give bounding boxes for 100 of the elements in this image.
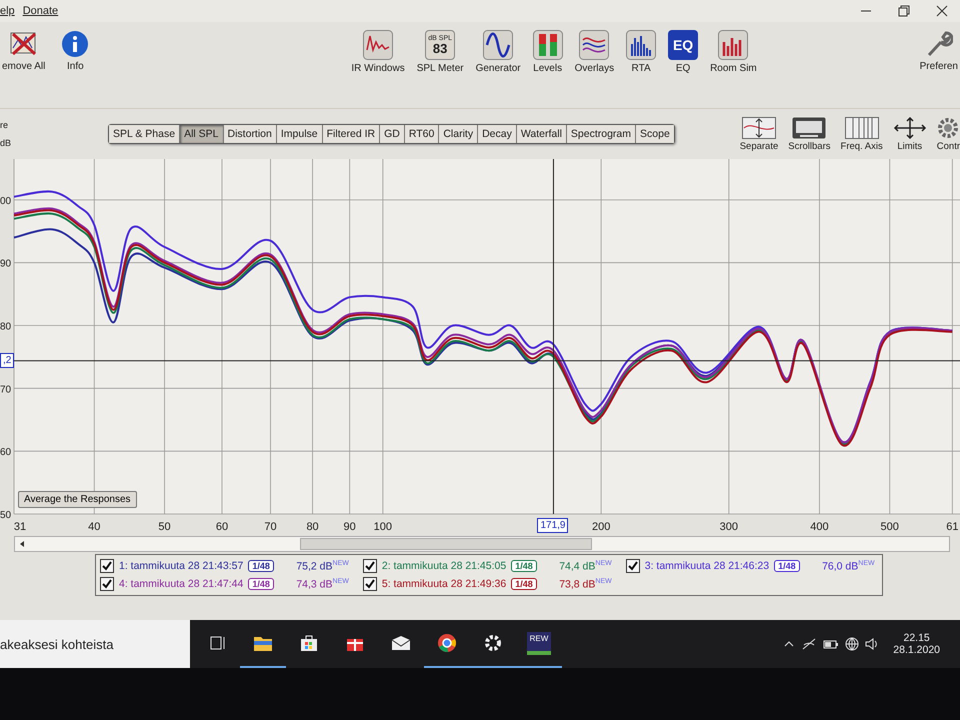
y-tick-label: 90 <box>0 258 12 270</box>
x-tick-label: 60 <box>216 521 228 533</box>
smoothing-badge[interactable]: 1/48 <box>774 560 800 572</box>
battery-icon <box>823 638 840 650</box>
separate-icon <box>742 116 776 138</box>
arrows-icon <box>892 116 927 138</box>
x-tick-label: 500 <box>880 521 899 533</box>
graph-tab[interactable]: All SPL <box>180 125 224 143</box>
x-tick-label: 70 <box>264 521 277 533</box>
graph-tab[interactable]: Clarity <box>439 125 478 143</box>
toolbar-button[interactable]: EQ EQ <box>666 30 700 74</box>
monitor-icon <box>792 116 826 138</box>
graph-tab[interactable]: Spectrogram <box>566 125 636 143</box>
network-icon <box>801 637 818 651</box>
graph-tab[interactable]: RT60 <box>404 125 440 143</box>
level-reading: 75,2 dB$^{NEW}$ <box>295 560 349 572</box>
x-tick-label: 100 <box>374 521 392 533</box>
clock-time: 22.15 <box>904 632 930 644</box>
shopping-bag-icon <box>299 634 319 652</box>
level-meter-icon <box>532 30 563 60</box>
clock-date: 28.1.2020 <box>893 644 940 656</box>
remove-icon <box>8 30 39 58</box>
checkbox[interactable] <box>362 577 377 591</box>
graph-tab[interactable]: Waterfall <box>516 125 567 143</box>
smoothing-badge[interactable]: 1/48 <box>511 560 537 572</box>
smoothing-badge[interactable]: 1/48 <box>248 560 274 572</box>
x-tick-label: 61 <box>946 521 958 533</box>
measurement-label: 3: tammikuuta 28 21:46:23 <box>644 560 770 572</box>
toolbar-button[interactable]: Room Sim <box>708 30 759 74</box>
restore-icon[interactable] <box>898 5 910 17</box>
graph-tab[interactable]: Scope <box>636 125 674 143</box>
x-tick-label: 80 <box>306 521 319 533</box>
envelope-icon <box>391 634 411 652</box>
measurement-label: 5: tammikuuta 28 21:49:36 <box>382 578 506 590</box>
graph-tool-button[interactable]: Limits <box>892 116 927 152</box>
volume-icon <box>865 637 880 651</box>
checkbox[interactable] <box>362 559 377 573</box>
toolbar-button[interactable]: emove All <box>0 30 48 72</box>
folder-icon <box>253 634 273 652</box>
graph-tab[interactable]: SPL & Phase <box>109 125 180 143</box>
side-label: re <box>0 120 10 130</box>
overlay-curves-icon <box>579 30 610 60</box>
toolbar-button[interactable]: Preferen <box>918 30 960 72</box>
x-tick-label: 200 <box>592 521 610 533</box>
rew-app-badge: REW <box>526 632 552 654</box>
x-tick-label: 90 <box>344 521 356 533</box>
checkbox[interactable] <box>100 577 114 591</box>
browser-icon <box>437 633 457 653</box>
level-reading: 73,8 dB$^{NEW}$ <box>558 578 612 590</box>
scroll-thumb[interactable] <box>300 538 592 550</box>
measurement-label: 1: tammikuuta 28 21:43:57 <box>119 560 244 572</box>
graph-tool-button[interactable]: Separate <box>740 116 778 152</box>
toolbar-button[interactable]: IR Windows <box>349 30 407 74</box>
smoothing-badge[interactable]: 1/48 <box>511 578 537 590</box>
gear-icon <box>483 633 503 653</box>
graph-tab[interactable]: Decay <box>478 125 517 143</box>
x-tick-label: 40 <box>88 521 100 533</box>
smoothing-badge[interactable]: 1/48 <box>248 578 274 590</box>
toolbar-button[interactable]: RTA <box>624 30 658 74</box>
y-tick-label: 50 <box>0 510 12 521</box>
level-reading: 76,0 dB$^{NEW}$ <box>821 560 875 572</box>
gear-icon <box>937 116 960 138</box>
toolbar-button[interactable]: Levels <box>530 30 565 74</box>
checkbox[interactable] <box>626 559 640 573</box>
level-reading: 74,3 dB$^{NEW}$ <box>295 578 349 590</box>
cursor-level-label: ,2 <box>0 352 14 368</box>
eq-badge: EQ <box>668 30 698 60</box>
y-tick-label: 70 <box>0 384 12 396</box>
horizontal-scrollbar[interactable] <box>14 536 950 552</box>
graph-tab[interactable]: GD <box>380 125 405 143</box>
task-view-icon <box>208 634 226 652</box>
average-button[interactable]: Average the Responses <box>18 491 137 508</box>
waveform-icon <box>363 30 394 60</box>
y-tick-label: 80 <box>0 322 12 332</box>
toolbar-button[interactable]: Generator <box>474 30 523 74</box>
x-tick-label: 50 <box>158 521 171 533</box>
measurement-label: 4: tammikuuta 28 21:47:44 <box>119 578 244 590</box>
cursor-frequency-label: 171,9 <box>537 518 568 533</box>
toolbar-button[interactable]: Overlays <box>572 30 616 74</box>
globe-icon <box>845 637 860 651</box>
graph-tab[interactable]: Impulse <box>276 125 323 143</box>
menu-item[interactable]: elp <box>0 5 15 17</box>
search-field[interactable]: akeaksesi kohteista <box>0 620 190 668</box>
measurement-label: 2: tammikuuta 28 21:45:05 <box>382 560 506 572</box>
bar-graph-icon <box>626 30 656 60</box>
info-icon <box>61 30 90 58</box>
menu-item[interactable]: Donate <box>22 5 58 17</box>
graph-tool-button[interactable]: Scrollbars <box>788 116 831 152</box>
toolbar-button[interactable]: Info <box>53 30 98 72</box>
graph-tool-button[interactable]: Freq. Axis <box>840 116 883 152</box>
close-icon[interactable] <box>936 5 948 17</box>
grid-icon <box>844 116 879 138</box>
graph-tab[interactable]: Distortion <box>224 125 277 143</box>
checkbox[interactable] <box>100 559 114 573</box>
y-tick-label: 00 <box>0 196 12 207</box>
side-label: dB <box>0 138 12 148</box>
graph-tab[interactable]: Filtered IR <box>322 125 380 143</box>
x-tick-label: 300 <box>720 521 738 533</box>
graph-tool-button[interactable]: Contr <box>936 116 960 152</box>
y-tick-label: 60 <box>0 447 12 458</box>
